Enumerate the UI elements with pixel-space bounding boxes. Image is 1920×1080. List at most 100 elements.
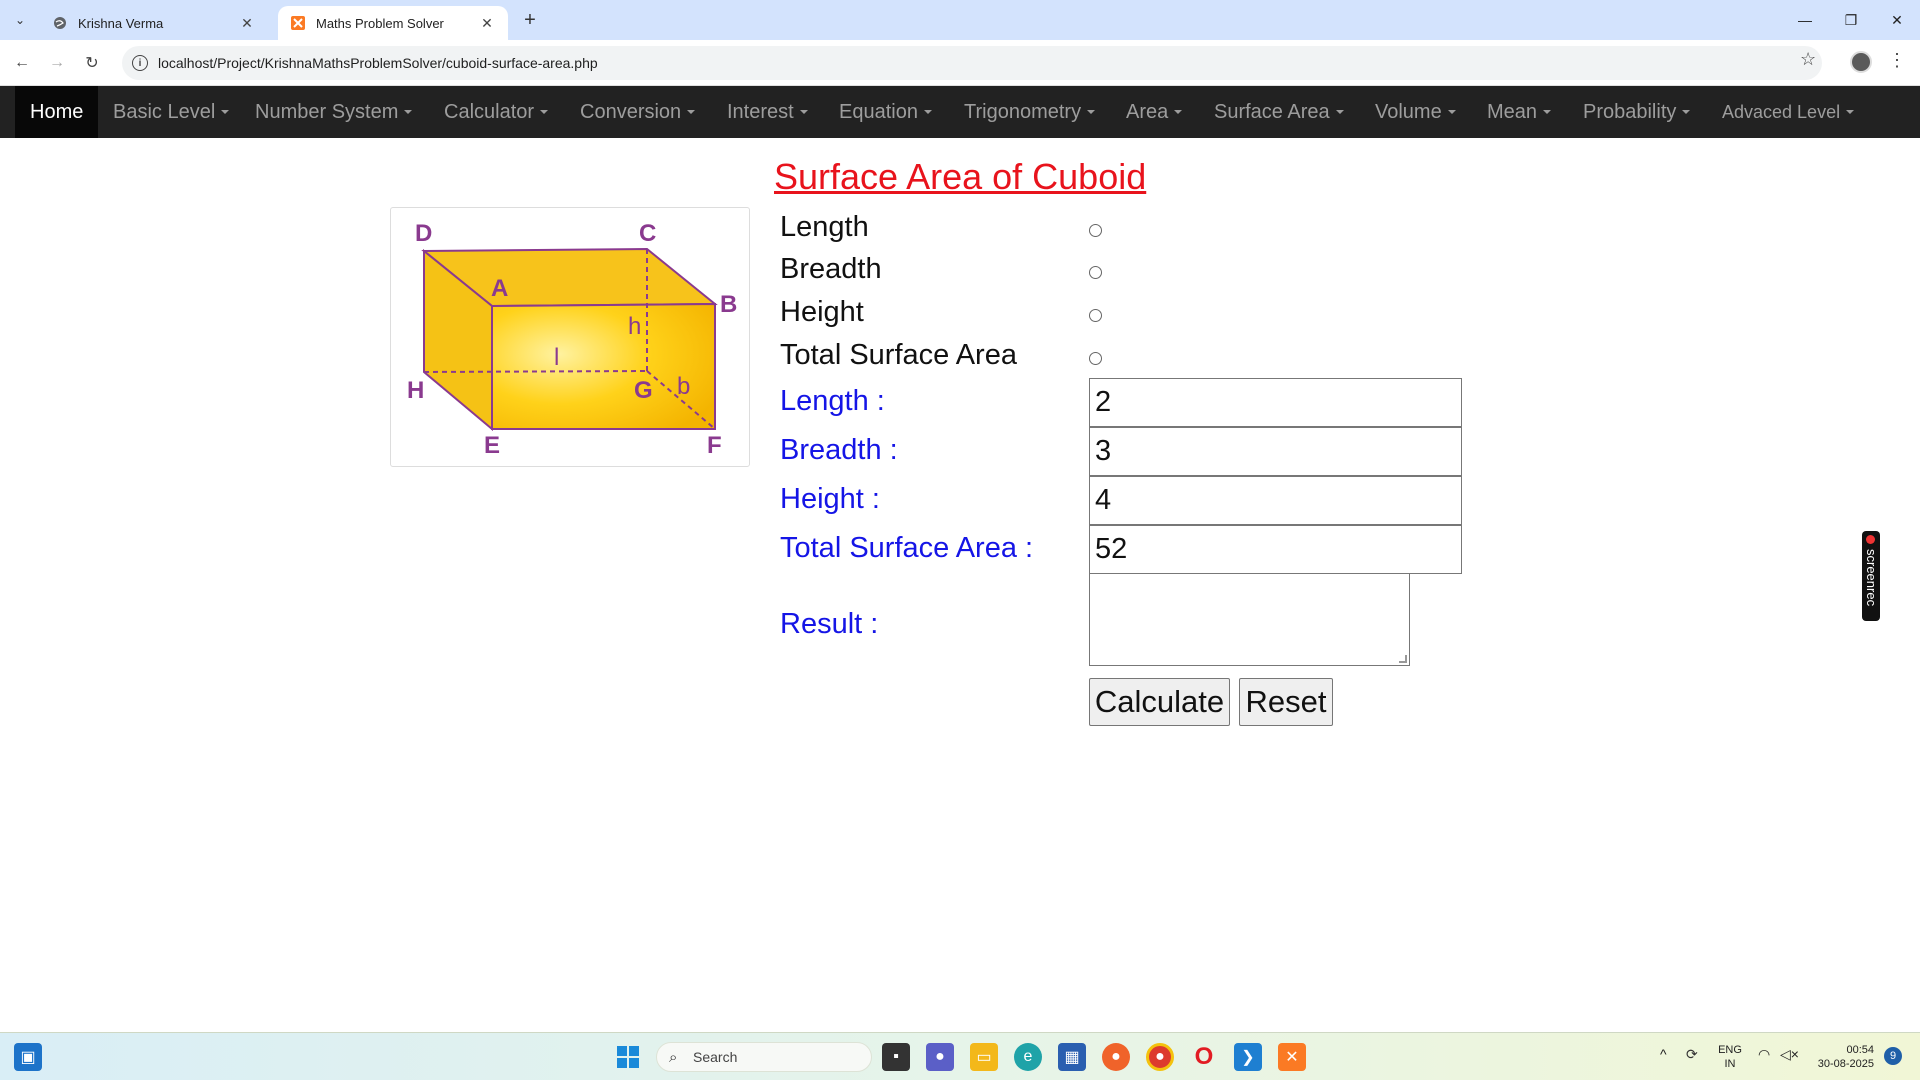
bookmark-star-icon[interactable]: ☆ <box>1800 49 1816 70</box>
tab-krishna-verma[interactable]: Krishna Verma ✕ <box>40 6 268 40</box>
back-icon[interactable]: ← <box>8 49 36 77</box>
task-view-icon[interactable]: ▪ <box>882 1043 910 1071</box>
radio-total-surface-area[interactable] <box>1089 352 1102 365</box>
close-tab-icon[interactable]: ✕ <box>238 15 256 32</box>
nav-advanced-level[interactable]: Advaced Level <box>1722 86 1855 138</box>
address-bar[interactable]: i localhost/Project/KrishnaMathsProblemS… <box>122 46 1822 80</box>
nav-interest[interactable]: Interest <box>727 86 808 138</box>
lang-line1: ENG <box>1718 1044 1742 1056</box>
dimension-label-breadth: b <box>677 373 690 400</box>
site-navbar: Home Basic Level Number System Calculato… <box>0 86 1920 138</box>
caret-down-icon <box>540 110 549 114</box>
nav-label: Trigonometry <box>964 100 1082 123</box>
nav-calculator[interactable]: Calculator <box>444 86 549 138</box>
new-tab-button[interactable]: + <box>518 8 542 32</box>
cuboid-diagram: D C A B H G E F l h b <box>390 207 750 467</box>
breadth-label: Breadth : <box>780 434 898 466</box>
teams-chat-icon[interactable]: ● <box>926 1043 954 1071</box>
nav-home-label: Home <box>30 100 84 123</box>
total-surface-area-label: Total Surface Area : <box>780 532 1034 564</box>
store-icon[interactable]: ▦ <box>1058 1043 1086 1071</box>
height-input[interactable]: 4 <box>1089 476 1462 525</box>
breadth-input[interactable]: 3 <box>1089 427 1462 476</box>
total-surface-area-input[interactable]: 52 <box>1089 525 1462 574</box>
minimize-button[interactable]: — <box>1782 0 1828 40</box>
show-hidden-icons-icon[interactable]: ^ <box>1660 1047 1667 1061</box>
nav-label: Area <box>1126 100 1169 123</box>
radio-length[interactable] <box>1089 224 1102 237</box>
calculate-button[interactable]: Calculate <box>1089 678 1230 726</box>
nav-mean[interactable]: Mean <box>1487 86 1552 138</box>
profile-avatar-icon[interactable] <box>1850 51 1872 73</box>
sync-icon[interactable]: ⟳ <box>1686 1047 1698 1061</box>
lang-line2: IN <box>1724 1058 1736 1070</box>
edge-icon[interactable]: e <box>1014 1043 1042 1071</box>
caret-down-icon <box>1543 110 1552 114</box>
globe-icon <box>52 15 68 31</box>
vertex-label-g: G <box>634 377 653 404</box>
tab-maths-problem-solver[interactable]: Maths Problem Solver ✕ <box>278 6 508 40</box>
start-windows-icon[interactable] <box>614 1043 642 1071</box>
vertex-label-b: B <box>720 291 737 318</box>
chevron-down-icon: ⌄ <box>14 13 26 27</box>
nav-home[interactable]: Home <box>15 86 99 138</box>
browser-toolbar: ← → ↻ i localhost/Project/KrishnaMathsPr… <box>0 40 1920 86</box>
result-textarea[interactable] <box>1089 573 1410 666</box>
clock[interactable]: 00:54 30-08-2025 <box>1808 1043 1874 1071</box>
language-indicator[interactable]: ENG IN <box>1716 1043 1744 1071</box>
caret-down-icon <box>221 110 230 114</box>
nav-number-system[interactable]: Number System <box>255 86 413 138</box>
nav-label: Equation <box>839 100 918 123</box>
nav-area[interactable]: Area <box>1126 86 1183 138</box>
firefox-icon[interactable]: ● <box>1102 1043 1130 1071</box>
vscode-icon[interactable]: ❯ <box>1234 1043 1262 1071</box>
radio-breadth[interactable] <box>1089 266 1102 279</box>
nav-surface-area[interactable]: Surface Area <box>1214 86 1344 138</box>
caret-down-icon <box>1682 110 1691 114</box>
nav-volume[interactable]: Volume <box>1375 86 1456 138</box>
reload-icon[interactable]: ↻ <box>78 49 106 77</box>
reset-button[interactable]: Reset <box>1239 678 1333 726</box>
more-menu-icon[interactable]: ⋮ <box>1888 50 1906 71</box>
nav-trigonometry[interactable]: Trigonometry <box>964 86 1096 138</box>
restore-button[interactable]: ❐ <box>1828 0 1874 40</box>
screenrec-widget[interactable]: screenrec <box>1862 531 1880 621</box>
resize-grip-icon[interactable] <box>1399 655 1407 663</box>
xampp-icon[interactable]: ✕ <box>1278 1043 1306 1071</box>
windows-taskbar: ▣ ⌕ Search ▪ ● ▭ e ▦ ● ● O ❯ ✕ ^ ⟳ ENG I… <box>0 1032 1920 1080</box>
height-label: Height : <box>780 483 880 515</box>
radio-label-total-surface-area: Total Surface Area <box>780 339 1017 371</box>
forward-icon[interactable]: → <box>43 49 71 77</box>
caret-down-icon <box>799 110 808 114</box>
caret-down-icon <box>1174 110 1183 114</box>
info-icon[interactable]: i <box>132 55 148 71</box>
nav-label: Surface Area <box>1214 100 1330 123</box>
opera-icon[interactable]: O <box>1190 1043 1218 1071</box>
nav-label: Probability <box>1583 100 1677 123</box>
wifi-icon[interactable]: ◠ <box>1758 1047 1770 1061</box>
notification-badge[interactable]: 9 <box>1884 1047 1902 1065</box>
vertex-label-c: C <box>639 220 656 247</box>
result-label: Result : <box>780 608 879 640</box>
volume-muted-icon[interactable]: ◁× <box>1780 1047 1799 1061</box>
taskbar-search-box[interactable]: ⌕ Search <box>656 1042 872 1072</box>
caret-down-icon <box>1335 110 1344 114</box>
length-input[interactable]: 2 <box>1089 378 1462 427</box>
nav-basic-level[interactable]: Basic Level <box>113 86 230 138</box>
nav-probability[interactable]: Probability <box>1583 86 1691 138</box>
close-window-button[interactable]: ✕ <box>1874 0 1920 40</box>
tab-search-button[interactable]: ⌄ <box>8 8 32 32</box>
close-tab-icon[interactable]: ✕ <box>478 15 496 32</box>
file-explorer-icon[interactable]: ▭ <box>970 1043 998 1071</box>
nav-equation[interactable]: Equation <box>839 86 932 138</box>
nav-conversion[interactable]: Conversion <box>580 86 696 138</box>
radio-height[interactable] <box>1089 309 1102 322</box>
widgets-icon[interactable]: ▣ <box>14 1043 42 1071</box>
clock-time: 00:54 <box>1846 1044 1874 1056</box>
chrome-icon[interactable]: ● <box>1146 1043 1174 1071</box>
nav-label: Calculator <box>444 100 535 123</box>
vertex-label-a: A <box>491 275 508 302</box>
search-placeholder: Search <box>693 1049 738 1065</box>
browser-tab-bar: ⌄ Krishna Verma ✕ Maths Problem Solver ✕… <box>0 0 1920 40</box>
tab-title: Krishna Verma <box>78 15 164 31</box>
